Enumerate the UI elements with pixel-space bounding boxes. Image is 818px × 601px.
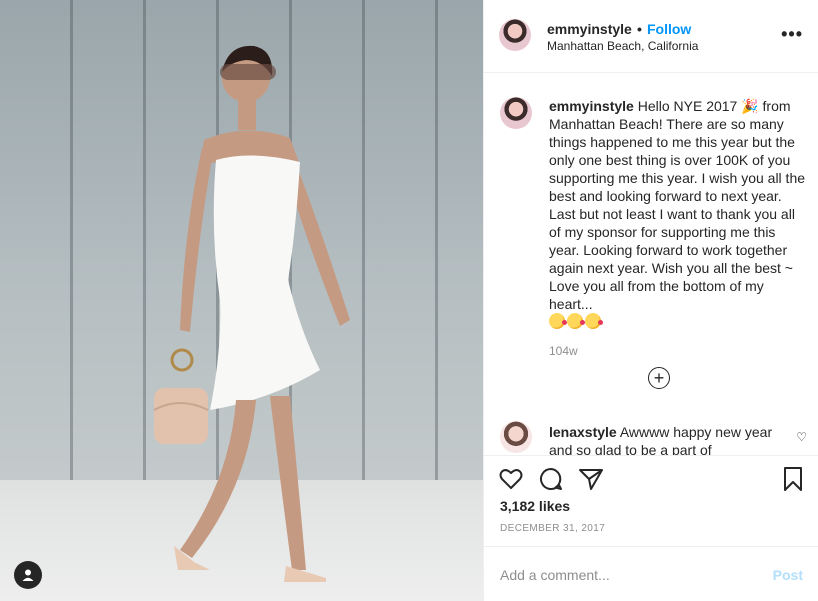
model-figure	[153, 45, 350, 582]
commenter-avatar[interactable]	[500, 421, 532, 453]
author-avatar[interactable]	[499, 19, 531, 51]
like-heart-icon[interactable]	[498, 466, 524, 492]
caption-timestamp[interactable]: 104w	[549, 344, 578, 358]
like-comment-icon[interactable]: ♡	[796, 430, 807, 444]
follow-separator: •	[637, 21, 642, 37]
location-link[interactable]: Manhattan Beach, California	[547, 39, 698, 53]
kiss-emoji-icon	[549, 313, 567, 329]
kiss-emoji-icon	[567, 313, 585, 329]
caption-username[interactable]: emmyinstyle	[549, 98, 634, 114]
comment-icon[interactable]	[538, 466, 564, 492]
post-comment-button[interactable]: Post	[773, 567, 803, 583]
load-more-comments-icon[interactable]: +	[648, 367, 670, 389]
comments-section: emmyinstyle Hello NYE 2017 🎉 from Manhat…	[484, 73, 818, 455]
caption-body: Hello NYE 2017 🎉 from Manhattan Beach! T…	[549, 98, 806, 312]
follow-button[interactable]: Follow	[647, 21, 691, 37]
caption-avatar[interactable]	[500, 97, 532, 129]
post-actions: 3,182 likes DECEMBER 31, 2017	[484, 455, 818, 545]
comment-text: lenaxstyle Awwww happy new year and so g…	[549, 423, 789, 455]
commenter-username[interactable]: lenaxstyle	[549, 424, 617, 440]
caption-text: emmyinstyle Hello NYE 2017 🎉 from Manhat…	[549, 97, 807, 331]
person-icon	[22, 569, 34, 581]
post-detail-panel: emmyinstyle • Follow Manhattan Beach, Ca…	[483, 0, 818, 601]
tag-people-icon[interactable]	[14, 561, 42, 589]
kiss-emoji-icon	[585, 313, 603, 329]
likes-count[interactable]: 3,182 likes	[500, 498, 570, 514]
post-header: emmyinstyle • Follow Manhattan Beach, Ca…	[484, 0, 818, 73]
add-comment-bar: Post	[484, 546, 818, 601]
bookmark-icon[interactable]	[780, 466, 806, 492]
more-options-icon[interactable]: •••	[781, 24, 803, 45]
post-date[interactable]: DECEMBER 31, 2017	[500, 523, 605, 534]
post-photo[interactable]	[0, 0, 483, 601]
comment-input[interactable]	[500, 564, 750, 586]
author-username[interactable]: emmyinstyle	[547, 21, 632, 37]
share-icon[interactable]	[578, 466, 604, 492]
